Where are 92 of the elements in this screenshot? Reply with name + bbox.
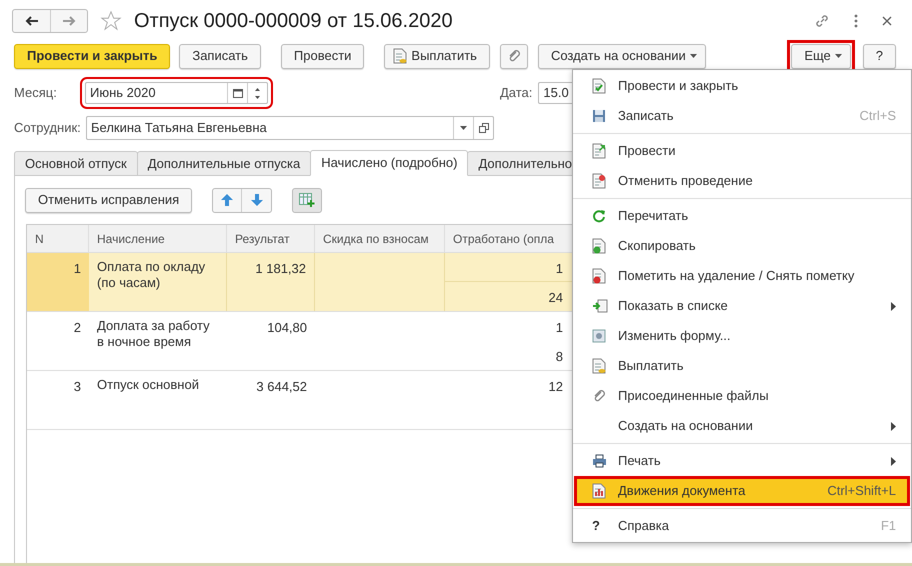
toolbar-button[interactable]: Провести xyxy=(280,44,364,68)
shortcut-text: Ctrl+Shift+L xyxy=(827,482,896,500)
dropdown-button[interactable]: Еще xyxy=(791,44,851,68)
menu-item[interactable]: Перечитать xyxy=(574,201,910,231)
column-header[interactable]: Скидка по взносам xyxy=(315,225,445,252)
tab[interactable]: Дополнительные отпуска xyxy=(136,151,312,176)
document-coins-icon xyxy=(393,48,408,64)
form-settings-icon xyxy=(592,329,606,343)
calendar-icon[interactable] xyxy=(232,88,242,98)
menu-item-label: Присоединенные файлы xyxy=(618,387,769,406)
table-plus-icon xyxy=(299,193,316,207)
menu-item-label: Справка xyxy=(618,517,669,536)
field-label: Дата: xyxy=(500,84,532,102)
help-button[interactable]: ? xyxy=(862,44,896,68)
menu-item[interactable]: Печать xyxy=(574,446,910,476)
menu-item-label: Провести xyxy=(618,142,676,160)
window-title: Отпуск 0000-000009 от 15.06.2020 xyxy=(134,9,453,34)
submenu-arrow-icon xyxy=(891,302,896,310)
menu-item[interactable]: Изменить форму... xyxy=(574,321,910,351)
submenu-arrow-icon xyxy=(891,456,896,466)
table-cell: 12 xyxy=(548,379,563,394)
submenu-arrow-icon xyxy=(891,422,896,430)
table-cell: 1 xyxy=(556,261,563,276)
column-header[interactable]: N xyxy=(27,225,89,252)
forward-arrow-icon xyxy=(62,16,76,26)
down-arrow-icon xyxy=(250,194,263,206)
spin-arrows-icon[interactable] xyxy=(255,88,260,98)
document-plus-icon xyxy=(592,238,606,254)
more-icon[interactable] xyxy=(854,14,858,28)
caret-icon xyxy=(690,54,697,58)
column-header[interactable]: Результат xyxy=(227,225,315,252)
employee-field[interactable]: Белкина Татьяна Евгеньевна xyxy=(86,116,494,140)
table-cell: 1 181,32 xyxy=(255,261,306,276)
post-and-close-button[interactable]: Провести и закрыть xyxy=(14,44,170,68)
attach-button[interactable] xyxy=(500,44,528,68)
menu-item-label: Провести и закрыть xyxy=(618,77,738,96)
column-header[interactable]: Отработано (опла xyxy=(445,225,573,252)
tab[interactable]: Начислено (подробно) xyxy=(310,150,468,176)
document-delete-icon xyxy=(592,268,606,284)
shortcut-text: Ctrl+S xyxy=(860,107,896,126)
open-window-icon[interactable] xyxy=(478,123,488,133)
menu-item-label: Скопировать xyxy=(618,237,696,256)
back-arrow-icon xyxy=(24,16,38,26)
close-icon[interactable] xyxy=(882,16,892,26)
menu-item[interactable]: Движения документа Ctrl+Shift+L xyxy=(574,476,910,506)
cancel-corrections-button[interactable]: Отменить исправления xyxy=(25,188,192,212)
up-arrow-icon xyxy=(221,194,234,206)
table-cell: 8 xyxy=(556,349,563,364)
dropdown-caret-icon[interactable] xyxy=(460,126,467,130)
menu-item-label: Перечитать xyxy=(618,207,688,226)
document-check-icon xyxy=(592,78,606,94)
menu-item-label: Пометить на удаление / Снять пометку xyxy=(618,267,854,286)
document-undo-icon xyxy=(592,173,606,189)
menu-item-label: Отменить проведение xyxy=(618,172,753,190)
menu-item[interactable]: Записать Ctrl+S xyxy=(574,101,910,131)
help-icon: ? xyxy=(592,516,600,536)
menu-item-label: Изменить форму... xyxy=(618,327,731,346)
link-icon[interactable] xyxy=(814,13,830,29)
add-column-button[interactable] xyxy=(292,188,322,212)
table-cell: 2 xyxy=(74,320,81,335)
menu-item-label: Печать xyxy=(618,452,661,470)
shortcut-text: F1 xyxy=(880,517,896,536)
caret-icon xyxy=(834,54,842,58)
star-icon[interactable] xyxy=(100,10,122,32)
document-coins-icon xyxy=(592,358,606,374)
table-cell: 24 xyxy=(548,290,563,305)
menu-item[interactable]: Пометить на удаление / Снять пометку xyxy=(574,261,910,291)
table-cell: Оплата по окладу (по часам) xyxy=(97,259,206,290)
menu-item[interactable]: Присоединенные файлы xyxy=(574,381,910,411)
refresh-icon xyxy=(592,209,606,223)
paperclip-icon xyxy=(592,389,606,403)
table-cell: 104,80 xyxy=(267,320,307,335)
list-arrow-icon xyxy=(592,299,608,313)
field-label: Сотрудник: xyxy=(14,119,82,138)
menu-item[interactable]: ? Справка F1 xyxy=(574,511,910,541)
column-header[interactable]: Начисление xyxy=(89,225,227,252)
table-cell: 1 xyxy=(556,320,563,335)
printer-icon xyxy=(592,454,607,468)
menu-item-label: Движения документа xyxy=(618,482,746,500)
tab[interactable]: Основной отпуск xyxy=(14,151,138,176)
field-label: Месяц: xyxy=(14,84,58,102)
menu-item-label: Записать xyxy=(618,107,674,126)
document-arrow-icon xyxy=(592,143,606,159)
table-cell: 1 xyxy=(74,261,81,276)
toolbar-button[interactable]: Записать xyxy=(179,44,261,68)
table-cell: 3 644,52 xyxy=(256,379,307,394)
document-chart-icon xyxy=(592,483,606,499)
table-cell: 3 xyxy=(74,379,81,394)
dropdown-button[interactable]: Создать на основании xyxy=(538,44,706,68)
table-cell: Отпуск основной xyxy=(97,377,199,392)
table-cell: Доплата за работу в ночное время xyxy=(97,318,210,349)
pay-button[interactable]: Выплатить xyxy=(384,44,490,68)
